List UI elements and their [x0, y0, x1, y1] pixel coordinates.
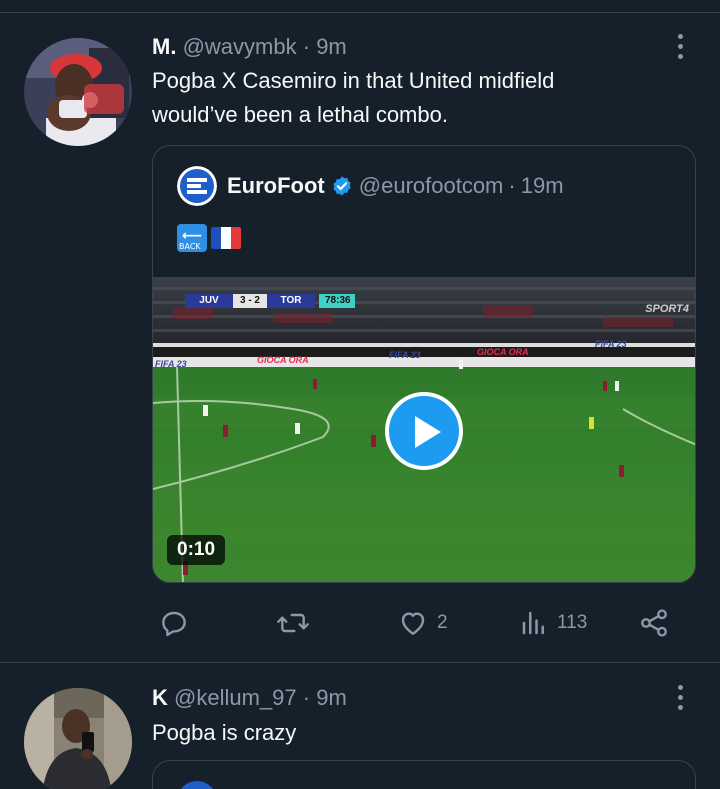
quoted-tweet-header: EuroFoot @eurofootcom · 19m [177, 166, 564, 206]
like-button[interactable]: 2 [397, 605, 448, 641]
eurofoot-logo[interactable] [177, 166, 217, 206]
tweet-text-line: Pogba is crazy [152, 720, 297, 745]
tweet-header: K @kellum_97 · 9m [152, 685, 347, 711]
ad-board: GIOCA ORA [477, 347, 529, 357]
ad-board: FIFA 23 [595, 339, 627, 349]
reply-icon [162, 611, 186, 637]
score: 3 - 2 [233, 294, 267, 308]
emoji-row: ⟵ BACK [177, 224, 241, 252]
quoted-display-name[interactable]: EuroFoot [227, 173, 325, 199]
avatar[interactable] [24, 38, 132, 146]
timestamp[interactable]: 9m [316, 34, 347, 59]
display-name[interactable]: M. [152, 34, 176, 59]
home-team: JUV [185, 294, 233, 308]
separator-dot: · [508, 173, 516, 198]
verified-badge-icon [333, 176, 351, 196]
user-handle[interactable]: @kellum_97 [174, 685, 297, 710]
away-team: TOR [267, 294, 315, 308]
display-name[interactable]: K [152, 685, 168, 710]
views-button[interactable]: 113 [519, 605, 587, 641]
video-player[interactable]: FIFA 23 GIOCA ORA FIFA 23 GIOCA ORA FIFA… [153, 277, 695, 582]
views-count: 113 [557, 612, 588, 633]
tweet-text: Pogba X Casemiro in that United midfield… [152, 64, 554, 132]
tweet-text-line: would’ve been a lethal combo. [152, 102, 448, 127]
separator-dot: · [302, 34, 311, 59]
quoted-tweet[interactable] [152, 760, 696, 789]
avatar[interactable] [24, 688, 132, 789]
ad-board: GIOCA ORA [257, 355, 309, 365]
channel-logo: SPORT4 [645, 303, 689, 315]
tweet-text-line: Pogba X Casemiro in that United midfield [152, 68, 555, 93]
tweet-actions: 2 113 [0, 605, 720, 641]
retweet-button[interactable] [275, 605, 319, 641]
play-button[interactable] [385, 392, 463, 470]
like-count: 2 [437, 612, 448, 633]
more-icon[interactable] [665, 29, 695, 63]
france-flag-emoji [211, 227, 241, 249]
quoted-user-handle[interactable]: @eurofootcom [359, 173, 504, 199]
video-duration: 0:10 [167, 535, 226, 565]
views-icon [522, 611, 544, 635]
user-handle[interactable]: @wavymbk [183, 34, 297, 59]
timestamp[interactable]: 9m [316, 685, 347, 710]
top-divider [0, 12, 720, 13]
more-icon[interactable] [665, 680, 695, 714]
tweet-text: Pogba is crazy [152, 716, 296, 750]
match-clock: 78:36 [319, 294, 355, 308]
quoted-timestamp[interactable]: 19m [521, 173, 564, 199]
like-icon [401, 612, 425, 635]
ad-board: FIFA 23 [389, 350, 421, 360]
share-button[interactable] [638, 605, 678, 641]
separator-dot: · [302, 685, 311, 710]
quoted-tweet[interactable]: EuroFoot @eurofootcom · 19m ⟵ BACK FIFA … [152, 145, 696, 583]
retweet-icon [277, 613, 309, 633]
tweet-header: M. @wavymbk · 9m [152, 34, 347, 60]
back-emoji-text: BACK [179, 242, 201, 251]
reply-button[interactable] [158, 605, 198, 641]
tweet-divider [0, 662, 720, 663]
ad-board: FIFA 23 [155, 359, 187, 369]
back-arrow-emoji: ⟵ BACK [177, 224, 207, 252]
play-icon [415, 416, 441, 448]
quoted-avatar[interactable] [177, 781, 217, 789]
share-icon [641, 609, 667, 637]
scoreboard: JUV 3 - 2 TOR 78:36 [185, 294, 355, 308]
